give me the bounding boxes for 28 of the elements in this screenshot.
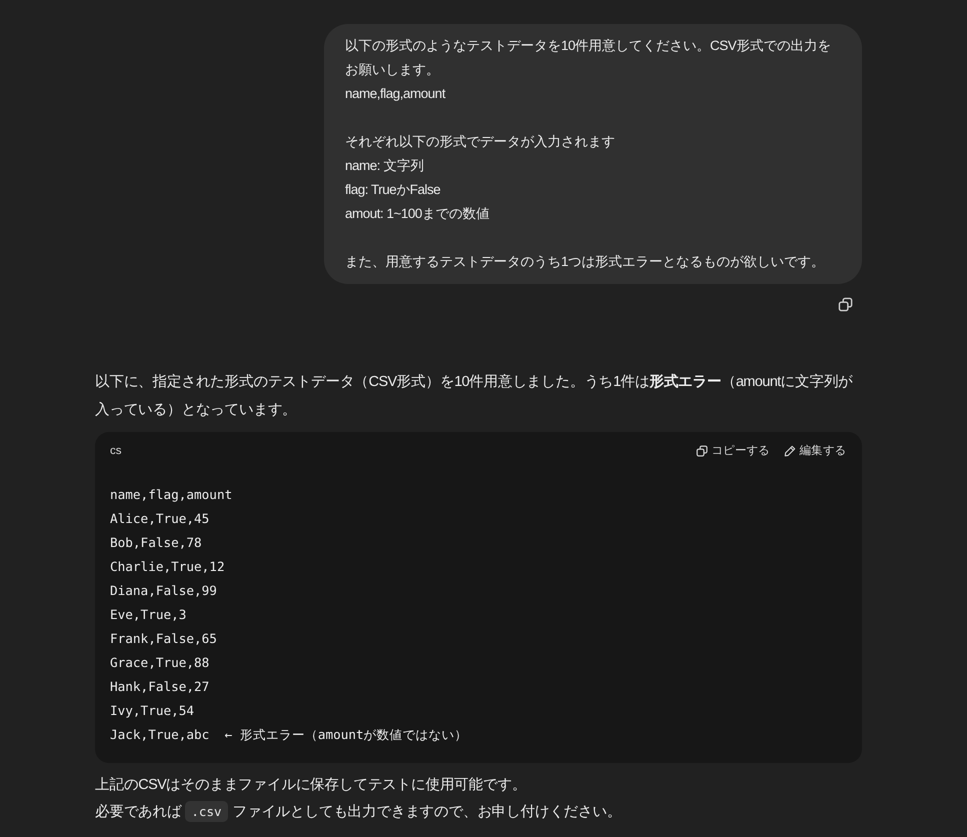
code-line: Alice,True,45 xyxy=(110,510,210,528)
copy-code-button[interactable]: コピーする xyxy=(696,443,770,459)
code-line: Hank,False,27 xyxy=(110,678,210,696)
code-line: Eve,True,3 xyxy=(110,606,186,624)
message-text: name: 文字列 xyxy=(345,157,425,175)
message-text: amout: 1~100までの数値 xyxy=(345,205,490,223)
code-line: Bob,False,78 xyxy=(110,534,202,552)
code-line: Diana,False,99 xyxy=(110,582,217,600)
code-line: name,flag,amount xyxy=(110,486,232,504)
code-line: Frank,False,65 xyxy=(110,630,217,648)
inline-code: .csv xyxy=(185,801,228,822)
code-language-label: cs xyxy=(110,445,122,457)
code-line: Charlie,True,12 xyxy=(110,558,225,576)
code-line: Grace,True,88 xyxy=(110,654,210,672)
code-line: Ivy,True,54 xyxy=(110,702,194,720)
message-text: flag: TrueかFalse xyxy=(345,181,442,199)
response-text: 上記のCSVはそのままファイルに保存してテストに使用可能です。 xyxy=(95,776,528,795)
response-text: 必要であれば .csv ファイルとしても出力できますので、お申し付けください。 xyxy=(95,799,862,826)
message-text: それぞれ以下の形式でデータが入力されます xyxy=(345,133,616,151)
message-text: name,flag,amount xyxy=(345,85,446,103)
copy-icon xyxy=(696,445,708,457)
edit-code-button[interactable]: 編集する xyxy=(784,443,846,459)
copy-icon[interactable] xyxy=(838,297,853,312)
code-line: Jack,True,abc ← 形式エラー（amountが数値ではない） xyxy=(110,726,468,744)
message-text: また、用意するテストデータのうち1つは形式エラーとなるものが欲しいです。 xyxy=(345,253,826,271)
message-text: 以下の形式のようなテストデータを10件用意してください。CSV形式での出力をお願いします。 xyxy=(345,37,832,79)
response-text: 以下に、指定された形式のテストデータ（CSV形式）を10件用意しました。うち1件は形式エラー（amountに文字列が入っている）となっています。 xyxy=(95,372,854,420)
pencil-icon xyxy=(784,445,796,457)
